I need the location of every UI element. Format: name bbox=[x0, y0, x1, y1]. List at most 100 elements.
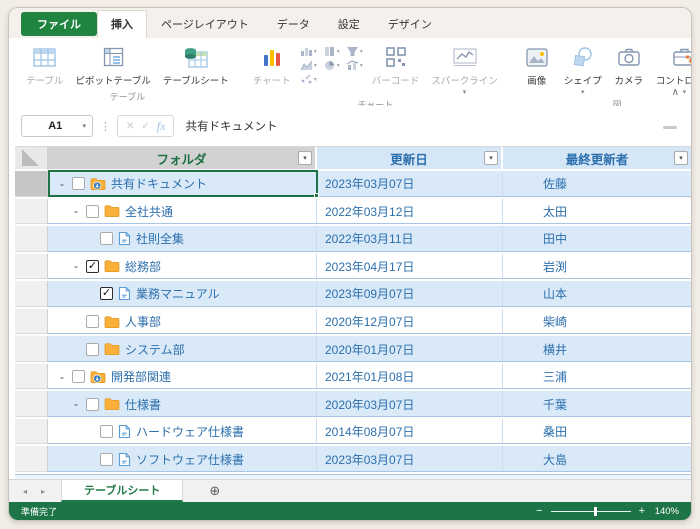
row-checkbox[interactable]: ✓ bbox=[86, 260, 99, 273]
row-header[interactable] bbox=[15, 364, 48, 390]
collapse-toggle[interactable]: - bbox=[71, 399, 81, 409]
collapse-toggle[interactable]: - bbox=[57, 372, 67, 382]
user-cell[interactable]: 柴崎 bbox=[503, 309, 691, 335]
tab-page-layout[interactable]: ページレイアウト bbox=[147, 10, 263, 38]
filter-button-user[interactable]: ▾ bbox=[674, 151, 688, 165]
name-box-dropdown-icon[interactable]: ▾ bbox=[82, 122, 86, 130]
folder-cell[interactable]: - 全社共通 bbox=[48, 199, 317, 225]
row-checkbox[interactable] bbox=[100, 453, 113, 466]
folder-cell[interactable]: - 仕様書 bbox=[48, 391, 317, 417]
row-header[interactable] bbox=[15, 391, 48, 417]
row-checkbox[interactable] bbox=[86, 205, 99, 218]
sheet-tab-tablesheet[interactable]: テーブルシート bbox=[61, 480, 183, 502]
row-checkbox[interactable] bbox=[86, 315, 99, 328]
confirm-entry-icon[interactable]: ✓ bbox=[141, 121, 149, 132]
folder-cell[interactable]: - 共有ドキュメント bbox=[48, 171, 317, 197]
tab-file[interactable]: ファイル bbox=[21, 12, 97, 36]
folder-cell[interactable]: ソフトウェア仕様書 bbox=[48, 446, 317, 472]
user-cell[interactable]: 田中 bbox=[503, 226, 691, 252]
user-cell[interactable]: 三浦 bbox=[503, 364, 691, 390]
shape-dropdown-icon[interactable]: ▾ bbox=[581, 88, 585, 96]
folder-cell[interactable]: ✓ 業務マニュアル bbox=[48, 281, 317, 307]
shape-button[interactable]: シェイプ ▾ bbox=[559, 40, 607, 96]
name-box[interactable]: A1 ▾ bbox=[21, 115, 93, 137]
table-button[interactable]: テーブル bbox=[21, 40, 68, 87]
user-cell[interactable]: 大島 bbox=[503, 446, 691, 472]
table-sheet-button[interactable]: テーブルシート bbox=[158, 40, 234, 87]
row-header[interactable] bbox=[15, 446, 48, 472]
user-cell[interactable]: 桑田 bbox=[503, 419, 691, 445]
row-checkbox[interactable]: ✓ bbox=[100, 287, 113, 300]
zoom-slider[interactable] bbox=[551, 511, 631, 512]
column-header-folder[interactable]: フォルダ ▾ bbox=[48, 147, 317, 171]
date-cell[interactable]: 2022年03月12日 bbox=[317, 199, 503, 225]
filter-button-folder[interactable]: ▾ bbox=[298, 151, 312, 165]
folder-cell[interactable]: - 開発部関連 bbox=[48, 364, 317, 390]
user-cell[interactable]: 佐藤 bbox=[503, 171, 691, 197]
date-cell[interactable]: 2020年03月07日 bbox=[317, 391, 503, 417]
column-chart-type-button[interactable]: ▾ bbox=[321, 45, 342, 58]
chart-button[interactable]: チャート bbox=[248, 40, 296, 87]
row-header[interactable] bbox=[15, 336, 48, 362]
sparkline-dropdown-icon[interactable]: ▾ bbox=[463, 88, 467, 96]
column-header-user[interactable]: 最終更新者 ▾ bbox=[503, 147, 691, 171]
next-sheet-button[interactable]: ▸ bbox=[41, 487, 45, 496]
scatter-chart-type-button[interactable]: ▾ bbox=[298, 73, 319, 86]
tab-data[interactable]: データ bbox=[263, 10, 324, 38]
bar-chart-type-button[interactable]: ▾ bbox=[298, 45, 319, 58]
collapse-toggle[interactable]: - bbox=[71, 261, 81, 271]
image-button[interactable]: 画像 bbox=[517, 40, 557, 87]
row-header[interactable] bbox=[15, 199, 48, 225]
tab-design[interactable]: デザイン bbox=[374, 10, 446, 38]
row-checkbox[interactable] bbox=[72, 370, 85, 383]
sparkline-button[interactable]: スパークライン ▾ bbox=[426, 40, 503, 96]
date-cell[interactable]: 2020年12月07日 bbox=[317, 309, 503, 335]
previous-sheet-button[interactable]: ◂ bbox=[23, 487, 27, 496]
funnel-chart-type-button[interactable]: ▾ bbox=[344, 45, 365, 58]
tab-insert[interactable]: 挿入 bbox=[97, 10, 147, 38]
pivot-table-button[interactable]: ピボットテーブル bbox=[70, 40, 155, 87]
date-cell[interactable]: 2023年03月07日 bbox=[317, 446, 503, 472]
combo-chart-type-button[interactable]: ▾ bbox=[344, 59, 365, 72]
folder-cell[interactable]: システム部 bbox=[48, 336, 317, 362]
date-cell[interactable]: 2023年04月17日 bbox=[317, 254, 503, 280]
row-checkbox[interactable] bbox=[86, 343, 99, 356]
user-cell[interactable]: 横井 bbox=[503, 336, 691, 362]
collapse-toggle[interactable]: - bbox=[57, 179, 67, 189]
date-cell[interactable]: 2022年03月11日 bbox=[317, 226, 503, 252]
camera-button[interactable]: カメラ bbox=[609, 40, 649, 87]
barcode-button[interactable]: バーコード bbox=[367, 40, 425, 87]
control-dropdown-icon[interactable]: ▾ bbox=[683, 88, 687, 96]
folder-cell[interactable]: - ✓ 総務部 bbox=[48, 254, 317, 280]
area-chart-type-button[interactable]: ▾ bbox=[298, 59, 319, 72]
select-all-corner[interactable] bbox=[15, 147, 48, 171]
formula-bar-resize-handle[interactable] bbox=[663, 126, 677, 129]
row-header[interactable] bbox=[15, 419, 48, 445]
pie-chart-type-button[interactable]: ▾ bbox=[321, 59, 342, 72]
row-checkbox[interactable] bbox=[100, 425, 113, 438]
insert-function-icon[interactable]: fx bbox=[157, 119, 166, 134]
column-header-date[interactable]: 更新日 ▾ bbox=[317, 147, 503, 171]
date-cell[interactable]: 2021年01月08日 bbox=[317, 364, 503, 390]
row-checkbox[interactable] bbox=[100, 232, 113, 245]
add-sheet-button[interactable]: ⊕ bbox=[183, 480, 246, 502]
formula-input[interactable]: 共有ドキュメント bbox=[181, 118, 679, 134]
collapse-toggle[interactable]: - bbox=[71, 206, 81, 216]
folder-cell[interactable]: 人事部 bbox=[48, 309, 317, 335]
row-header[interactable] bbox=[15, 226, 48, 252]
row-checkbox[interactable] bbox=[72, 177, 85, 190]
row-header[interactable] bbox=[15, 171, 48, 197]
folder-cell[interactable]: 社則全集 bbox=[48, 226, 317, 252]
date-cell[interactable]: 2023年03月07日 bbox=[317, 171, 503, 197]
row-checkbox[interactable] bbox=[86, 398, 99, 411]
collapse-ribbon-button[interactable]: ∧ bbox=[672, 87, 679, 98]
row-header[interactable] bbox=[15, 254, 48, 280]
user-cell[interactable]: 山本 bbox=[503, 281, 691, 307]
tab-settings[interactable]: 設定 bbox=[324, 10, 374, 38]
folder-cell[interactable]: ハードウェア仕様書 bbox=[48, 419, 317, 445]
zoom-out-button[interactable]: − bbox=[536, 506, 542, 517]
user-cell[interactable]: 太田 bbox=[503, 199, 691, 225]
date-cell[interactable]: 2014年08月07日 bbox=[317, 419, 503, 445]
zoom-level[interactable]: 140% bbox=[653, 506, 679, 517]
user-cell[interactable]: 岩渕 bbox=[503, 254, 691, 280]
